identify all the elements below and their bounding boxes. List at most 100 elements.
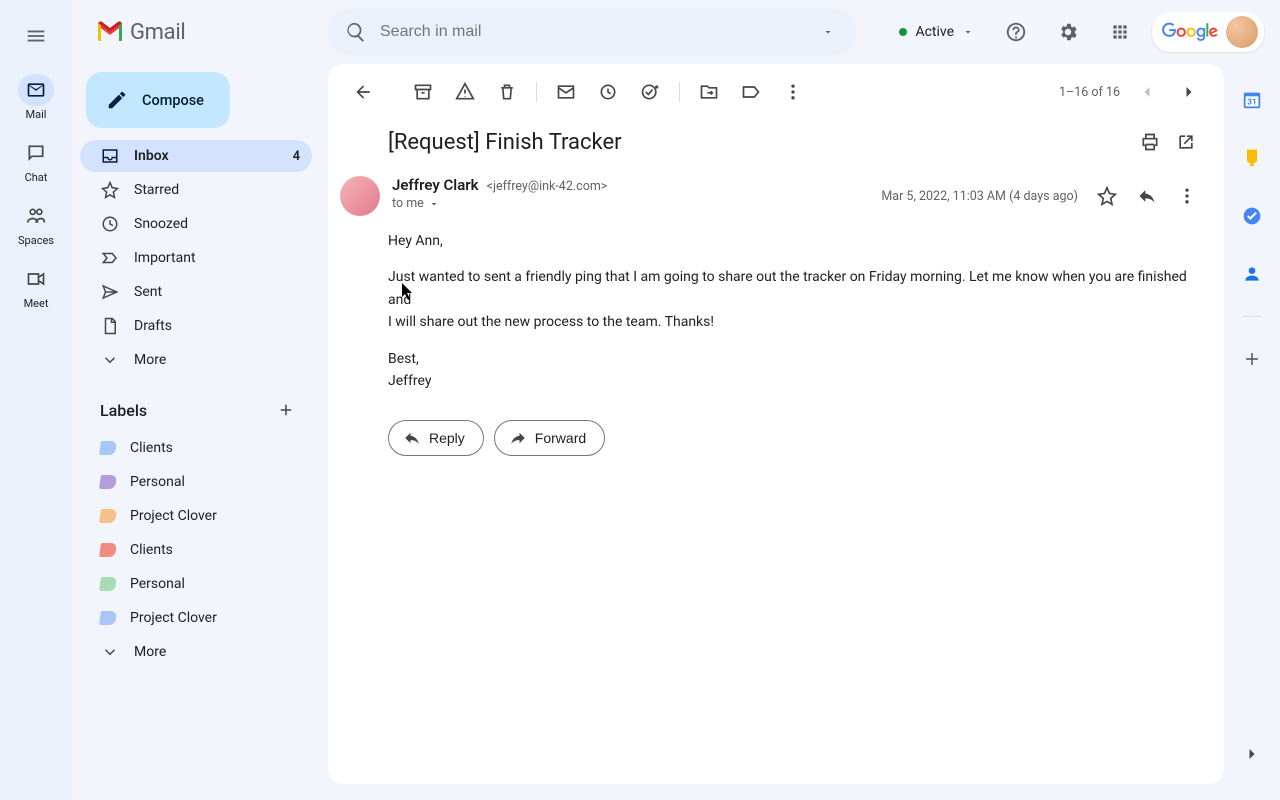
tasks-icon (1242, 206, 1262, 226)
message-date: Mar 5, 2022, 11:03 AM (4 days ago) (881, 189, 1078, 204)
star-toggle[interactable] (1090, 179, 1124, 213)
more-actions-button[interactable] (774, 73, 812, 111)
add-label-button[interactable] (272, 396, 300, 424)
nav-important[interactable]: Important (80, 242, 312, 274)
forward-button[interactable]: Forward (494, 420, 605, 456)
spam-button[interactable] (446, 73, 484, 111)
more-vert-icon (783, 82, 803, 102)
nav-sent-label: Sent (134, 284, 162, 300)
body-signoff: Best, (388, 348, 1204, 370)
nav-starred[interactable]: Starred (80, 174, 312, 206)
archive-button[interactable] (404, 73, 442, 111)
forward-icon (509, 429, 527, 447)
snooze-button[interactable] (589, 73, 627, 111)
gmail-logo-icon (96, 21, 124, 43)
status-chip[interactable]: Active (885, 14, 984, 50)
body-signoff: Jeffrey (388, 370, 1204, 392)
nav-inbox-label: Inbox (134, 148, 169, 164)
side-tasks[interactable] (1232, 196, 1272, 236)
nav-sent[interactable]: Sent (80, 276, 312, 308)
open-in-new-icon (1176, 132, 1196, 152)
sender-avatar (340, 176, 380, 216)
label-item[interactable]: Clients (80, 432, 312, 464)
chevron-down-icon (101, 351, 119, 369)
draft-icon (101, 317, 119, 335)
label-item[interactable]: Personal (80, 568, 312, 600)
side-calendar[interactable]: 31 (1232, 80, 1272, 120)
app-name: Gmail (130, 20, 185, 45)
main-menu-button[interactable] (14, 14, 58, 58)
status-text: Active (915, 24, 954, 40)
reply-icon-button[interactable] (1130, 179, 1164, 213)
rail-label-meet: Meet (24, 297, 49, 310)
support-button[interactable] (996, 12, 1036, 52)
nav-snoozed[interactable]: Snoozed (80, 208, 312, 240)
archive-icon (413, 82, 433, 102)
message-more-button[interactable] (1170, 179, 1204, 213)
back-button[interactable] (344, 73, 382, 111)
label-name: Personal (130, 576, 185, 592)
rail-item-meet[interactable]: Meet (18, 263, 54, 310)
labels-title: Labels (100, 401, 147, 420)
pagination-text: 1–16 of 16 (1059, 85, 1120, 100)
mark-unread-button[interactable] (547, 73, 585, 111)
reply-icon (1137, 186, 1157, 206)
search-options-button[interactable] (808, 12, 848, 52)
nav-drafts[interactable]: Drafts (80, 310, 312, 342)
labels-more[interactable]: More (80, 636, 312, 668)
user-avatar (1226, 16, 1258, 48)
move-to-icon (699, 82, 719, 102)
meet-icon (26, 269, 46, 289)
prev-button[interactable] (1128, 73, 1166, 111)
nav-more[interactable]: More (80, 344, 312, 376)
important-icon (101, 249, 119, 267)
account-badge[interactable] (1152, 12, 1264, 52)
nav-important-label: Important (134, 250, 196, 266)
reply-button[interactable]: Reply (388, 420, 484, 456)
label-item[interactable]: Personal (80, 466, 312, 498)
chevron-left-icon (1137, 82, 1157, 102)
plus-icon (1242, 349, 1262, 369)
compose-button[interactable]: Compose (86, 72, 230, 128)
search-button[interactable] (336, 12, 376, 52)
label-swatch-icon (99, 475, 117, 489)
sender-email: <jeffrey@ink-42.com> (487, 179, 608, 194)
side-addons[interactable] (1232, 339, 1272, 379)
rail-item-mail[interactable]: Mail (18, 74, 54, 121)
delete-button[interactable] (488, 73, 526, 111)
open-new-window-button[interactable] (1168, 124, 1204, 160)
add-to-tasks-button[interactable] (631, 73, 669, 111)
print-button[interactable] (1132, 124, 1168, 160)
recipient-dropdown[interactable]: to me (392, 196, 869, 211)
chat-icon (26, 143, 46, 163)
apps-button[interactable] (1100, 12, 1140, 52)
label-swatch-icon (99, 543, 117, 557)
sidebar: Compose Inbox 4 Starred Snoozed Im (72, 64, 328, 800)
body-line: I will share out the new process to the … (388, 311, 1204, 333)
compose-label: Compose (142, 92, 204, 109)
label-item[interactable]: Clients (80, 534, 312, 566)
nav-drafts-label: Drafts (134, 318, 172, 334)
move-to-button[interactable] (690, 73, 728, 111)
gmail-logo[interactable]: Gmail (96, 20, 316, 45)
label-item[interactable]: Project Clover (80, 500, 312, 532)
nav-inbox[interactable]: Inbox 4 (80, 140, 312, 172)
rail-item-spaces[interactable]: Spaces (18, 200, 54, 247)
body-greeting: Hey Ann, (388, 230, 1204, 252)
plus-icon (277, 401, 295, 419)
arrow-left-icon (353, 82, 373, 102)
side-collapse[interactable] (1232, 734, 1272, 774)
reply-label: Reply (429, 430, 465, 446)
side-contacts[interactable] (1232, 254, 1272, 294)
labels-button[interactable] (732, 73, 770, 111)
label-item[interactable]: Project Clover (80, 602, 312, 634)
rail-item-chat[interactable]: Chat (18, 137, 54, 184)
side-keep[interactable] (1232, 138, 1272, 178)
label-name: Clients (130, 542, 173, 558)
search-input[interactable] (376, 23, 808, 41)
settings-button[interactable] (1048, 12, 1088, 52)
label-swatch-icon (99, 441, 117, 455)
pencil-icon (106, 89, 128, 111)
label-icon (741, 82, 761, 102)
next-button[interactable] (1170, 73, 1208, 111)
